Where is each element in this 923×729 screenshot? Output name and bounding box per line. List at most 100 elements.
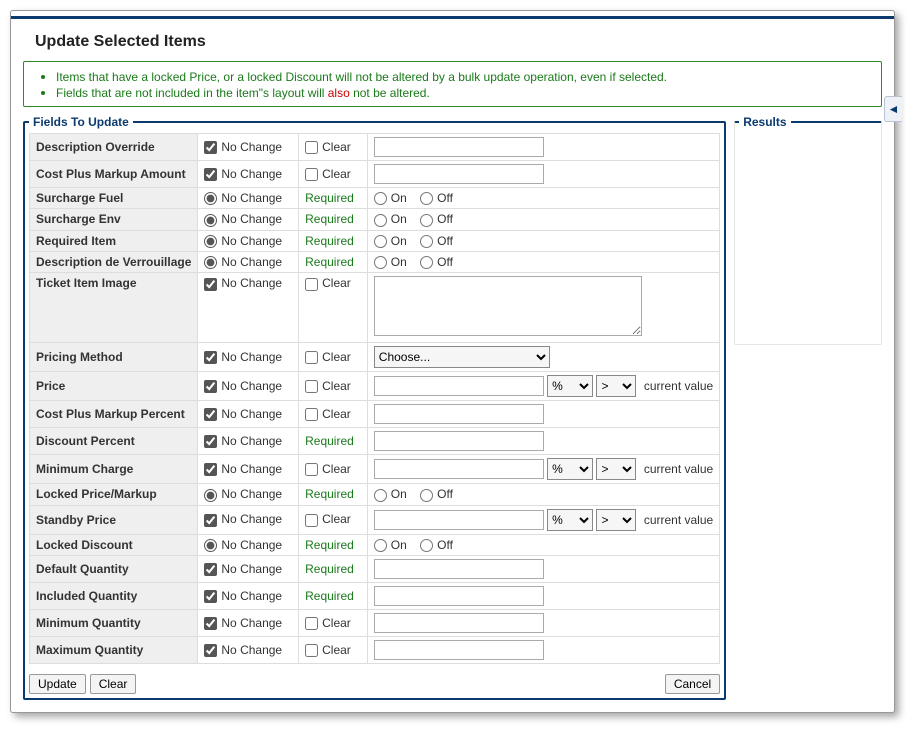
select-standby-price-op[interactable]: >: [596, 509, 636, 531]
on-radio-surcharge-fuel[interactable]: [374, 192, 387, 205]
clear-minimum-charge[interactable]: Clear: [305, 462, 351, 476]
update-button[interactable]: Update: [29, 674, 86, 694]
off-radio-description-de-verrouillage[interactable]: [420, 256, 433, 269]
on-required-item[interactable]: On: [374, 234, 407, 248]
select-pricing-method[interactable]: Choose...: [374, 346, 550, 368]
nochange-included-quantity[interactable]: No Change: [204, 589, 282, 603]
select-price-op[interactable]: >: [596, 375, 636, 397]
clear-checkbox-price[interactable]: [305, 380, 318, 393]
nochange-checkbox-discount-percent[interactable]: [204, 435, 217, 448]
select-minimum-charge-op[interactable]: >: [596, 458, 636, 480]
on-radio-locked-discount[interactable]: [374, 539, 387, 552]
clear-ticket-item-image[interactable]: Clear: [305, 276, 351, 290]
nochange-minimum-charge[interactable]: No Change: [204, 462, 282, 476]
clear-description-override[interactable]: Clear: [305, 140, 351, 154]
nochange-surcharge-fuel[interactable]: No Change: [204, 191, 282, 205]
input-cost-plus-markup-percent[interactable]: [374, 404, 544, 424]
clear-checkbox-minimum-quantity[interactable]: [305, 617, 318, 630]
input-description-override[interactable]: [374, 137, 544, 157]
on-surcharge-env[interactable]: On: [374, 212, 407, 226]
on-description-de-verrouillage[interactable]: On: [374, 255, 407, 269]
input-default-quantity[interactable]: [374, 559, 544, 579]
clear-maximum-quantity[interactable]: Clear: [305, 643, 351, 657]
on-surcharge-fuel[interactable]: On: [374, 191, 407, 205]
nochange-locked-price-markup[interactable]: No Change: [204, 487, 282, 501]
clear-checkbox-pricing-method[interactable]: [305, 351, 318, 364]
on-radio-surcharge-env[interactable]: [374, 214, 387, 227]
select-minimum-charge-unit[interactable]: %: [547, 458, 593, 480]
off-radio-required-item[interactable]: [420, 235, 433, 248]
input-included-quantity[interactable]: [374, 586, 544, 606]
on-locked-price-markup[interactable]: On: [374, 487, 407, 501]
nochange-radio-description-de-verrouillage[interactable]: [204, 256, 217, 269]
off-radio-locked-discount[interactable]: [420, 539, 433, 552]
on-radio-locked-price-markup[interactable]: [374, 489, 387, 502]
nochange-surcharge-env[interactable]: No Change: [204, 212, 282, 226]
nochange-checkbox-minimum-charge[interactable]: [204, 463, 217, 476]
nochange-checkbox-maximum-quantity[interactable]: [204, 644, 217, 657]
nochange-radio-locked-price-markup[interactable]: [204, 489, 217, 502]
input-standby-price[interactable]: [374, 510, 544, 530]
nochange-checkbox-pricing-method[interactable]: [204, 351, 217, 364]
off-locked-discount[interactable]: Off: [420, 538, 453, 552]
off-required-item[interactable]: Off: [420, 234, 453, 248]
nochange-default-quantity[interactable]: No Change: [204, 562, 282, 576]
nochange-locked-discount[interactable]: No Change: [204, 538, 282, 552]
off-locked-price-markup[interactable]: Off: [420, 487, 453, 501]
off-surcharge-env[interactable]: Off: [420, 212, 453, 226]
nochange-discount-percent[interactable]: No Change: [204, 434, 282, 448]
input-maximum-quantity[interactable]: [374, 640, 544, 660]
nochange-ticket-item-image[interactable]: No Change: [204, 276, 282, 290]
clear-button[interactable]: Clear: [90, 674, 137, 694]
nochange-checkbox-standby-price[interactable]: [204, 514, 217, 527]
nochange-radio-surcharge-fuel[interactable]: [204, 192, 217, 205]
clear-checkbox-ticket-item-image[interactable]: [305, 278, 318, 291]
nochange-pricing-method[interactable]: No Change: [204, 350, 282, 364]
nochange-radio-required-item[interactable]: [204, 235, 217, 248]
nochange-checkbox-default-quantity[interactable]: [204, 563, 217, 576]
nochange-checkbox-ticket-item-image[interactable]: [204, 278, 217, 291]
off-surcharge-fuel[interactable]: Off: [420, 191, 453, 205]
textarea-ticket-item-image[interactable]: [374, 276, 642, 336]
select-standby-price-unit[interactable]: %: [547, 509, 593, 531]
clear-checkbox-maximum-quantity[interactable]: [305, 644, 318, 657]
clear-minimum-quantity[interactable]: Clear: [305, 616, 351, 630]
nochange-checkbox-price[interactable]: [204, 380, 217, 393]
nochange-description-override[interactable]: No Change: [204, 140, 282, 154]
input-price[interactable]: [374, 376, 544, 396]
nochange-required-item[interactable]: No Change: [204, 234, 282, 248]
off-radio-locked-price-markup[interactable]: [420, 489, 433, 502]
clear-checkbox-standby-price[interactable]: [305, 514, 318, 527]
clear-checkbox-minimum-charge[interactable]: [305, 463, 318, 476]
nochange-cost-plus-markup-amount[interactable]: No Change: [204, 167, 282, 181]
clear-standby-price[interactable]: Clear: [305, 512, 351, 526]
input-cost-plus-markup-amount[interactable]: [374, 164, 544, 184]
input-minimum-quantity[interactable]: [374, 613, 544, 633]
nochange-radio-locked-discount[interactable]: [204, 539, 217, 552]
nochange-radio-surcharge-env[interactable]: [204, 214, 217, 227]
clear-checkbox-description-override[interactable]: [305, 141, 318, 154]
on-radio-description-de-verrouillage[interactable]: [374, 256, 387, 269]
clear-price[interactable]: Clear: [305, 379, 351, 393]
off-radio-surcharge-fuel[interactable]: [420, 192, 433, 205]
on-radio-required-item[interactable]: [374, 235, 387, 248]
nochange-checkbox-description-override[interactable]: [204, 141, 217, 154]
input-minimum-charge[interactable]: [374, 459, 544, 479]
clear-checkbox-cost-plus-markup-percent[interactable]: [305, 408, 318, 421]
nochange-price[interactable]: No Change: [204, 379, 282, 393]
clear-cost-plus-markup-amount[interactable]: Clear: [305, 167, 351, 181]
nochange-checkbox-cost-plus-markup-amount[interactable]: [204, 168, 217, 181]
nochange-checkbox-cost-plus-markup-percent[interactable]: [204, 408, 217, 421]
nochange-minimum-quantity[interactable]: No Change: [204, 616, 282, 630]
off-radio-surcharge-env[interactable]: [420, 214, 433, 227]
off-description-de-verrouillage[interactable]: Off: [420, 255, 453, 269]
nochange-checkbox-minimum-quantity[interactable]: [204, 617, 217, 630]
nochange-maximum-quantity[interactable]: No Change: [204, 643, 282, 657]
nochange-cost-plus-markup-percent[interactable]: No Change: [204, 407, 282, 421]
clear-pricing-method[interactable]: Clear: [305, 350, 351, 364]
cancel-button[interactable]: Cancel: [665, 674, 720, 694]
nochange-standby-price[interactable]: No Change: [204, 512, 282, 526]
select-price-unit[interactable]: %: [547, 375, 593, 397]
nochange-description-de-verrouillage[interactable]: No Change: [204, 255, 282, 269]
collapse-results-tab[interactable]: ◄: [884, 96, 902, 122]
